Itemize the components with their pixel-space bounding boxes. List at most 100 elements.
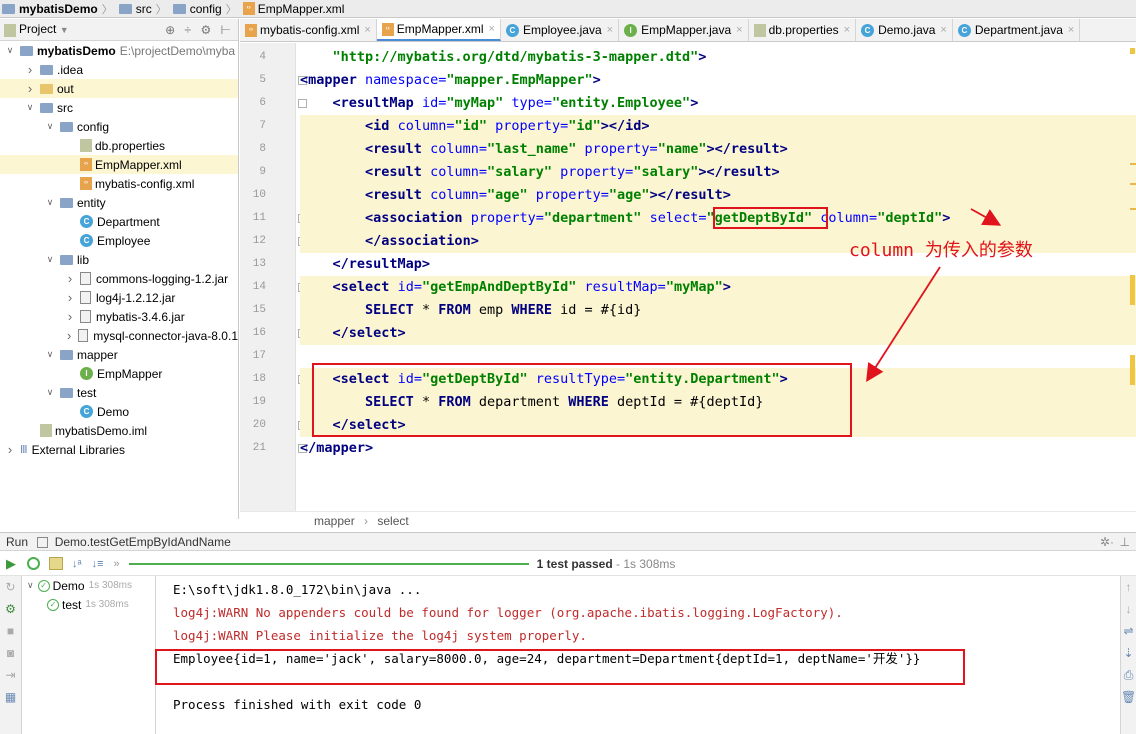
editor-tab[interactable]: I EmpMapper.java × [619, 19, 749, 41]
close-icon[interactable]: × [844, 24, 850, 36]
tree-item[interactable]: C Employee [0, 231, 238, 250]
chevron-down-icon[interactable]: ∨ [44, 121, 56, 132]
scroll-up-icon[interactable]: ↑ [1121, 576, 1136, 598]
tree-item[interactable]: › .idea [0, 60, 238, 79]
editor-tab[interactable]: C Employee.java × [501, 19, 620, 41]
close-icon[interactable]: × [1068, 24, 1074, 36]
tree-item-label: db.properties [95, 138, 166, 153]
nav-crumb[interactable]: src [118, 0, 152, 18]
panel-toolbar-icons[interactable]: ⊕ ÷ ⚙ ⊢ [165, 23, 234, 37]
tree-item[interactable]: ∨ mybatisDemo E:\projectDemo\myba [0, 41, 238, 60]
tree-item[interactable]: C Department [0, 212, 238, 231]
chevron-down-icon[interactable]: ∨ [44, 387, 56, 398]
chevron-down-icon[interactable]: ∨ [44, 254, 56, 265]
rerun-icon[interactable]: ▶ [0, 556, 22, 572]
tree-item[interactable]: I EmpMapper [0, 364, 238, 383]
test-tree-item[interactable]: ∨ ✓ Demo 1s 308ms [23, 576, 155, 595]
chevron-right-icon[interactable]: › [4, 442, 16, 457]
tree-item[interactable]: ‹› mybatis-config.xml [0, 174, 238, 193]
tree-item[interactable]: › commons-logging-1.2.jar [0, 269, 238, 288]
layout-icon[interactable]: ▦ [0, 686, 21, 708]
show-ignored-icon[interactable] [49, 557, 63, 570]
print-icon[interactable]: ⎙ [1121, 664, 1136, 686]
tree-item[interactable]: ∨ config [0, 117, 238, 136]
project-panel-title[interactable]: Project [19, 22, 56, 36]
close-icon[interactable]: × [364, 24, 370, 36]
tree-item[interactable]: › out [0, 79, 238, 98]
test-results-tree: ∨ ✓ Demo 1s 308ms ✓ test 1s 308ms [23, 576, 156, 734]
clear-icon[interactable]: 🗑 [1121, 686, 1136, 708]
editor-tab[interactable]: db.properties × [749, 19, 857, 41]
debug-icon[interactable]: ⚙ [0, 598, 21, 620]
chevron-down-icon[interactable]: ∨ [44, 197, 56, 208]
interface-icon: I [80, 367, 93, 380]
navigation-bar: mybatisDemo 〉 src 〉 config 〉 ‹› EmpMapper.xml [0, 0, 1136, 18]
folder-icon [60, 254, 73, 265]
properties-file-icon [753, 23, 766, 37]
close-icon[interactable]: × [489, 23, 495, 35]
settings-icon[interactable]: ✲· [1100, 533, 1114, 551]
tree-item[interactable]: ∨ lib [0, 250, 238, 269]
chevron-right-icon[interactable]: › [64, 290, 76, 305]
chevron-down-icon[interactable]: ∨ [44, 349, 56, 360]
stop-icon[interactable]: ■ [0, 620, 21, 642]
chevron-right-icon[interactable]: › [64, 309, 76, 324]
sort-alpha-icon[interactable]: ↓ᵃ [72, 558, 82, 570]
tree-item[interactable]: › mybatis-3.4.6.jar [0, 307, 238, 326]
project-panel: Project ▼ ⊕ ÷ ⚙ ⊢ ∨ mybatisDemo E:\project… [0, 19, 239, 519]
close-icon[interactable]: × [607, 24, 613, 36]
close-icon[interactable]: × [940, 24, 946, 36]
nav-crumb[interactable]: ‹› EmpMapper.xml [242, 0, 344, 18]
nav-crumb[interactable]: config [172, 0, 222, 18]
breadcrumb-mapper[interactable]: mapper [314, 514, 355, 528]
chevron-right-icon[interactable]: › [64, 328, 74, 343]
chevron-right-icon[interactable]: › [24, 81, 36, 96]
editor-tab[interactable]: ‹› mybatis-config.xml × [240, 19, 377, 41]
close-icon[interactable]: × [736, 24, 742, 36]
editor-tab[interactable]: ‹› EmpMapper.xml × [376, 19, 501, 41]
exit-icon[interactable]: ⇥ [0, 664, 21, 686]
editor-tab[interactable]: C Demo.java × [856, 19, 953, 41]
run-config-name[interactable]: Demo.testGetEmpByIdAndName [55, 535, 231, 549]
tree-item[interactable]: ‹› EmpMapper.xml [0, 155, 238, 174]
tree-item[interactable]: ∨ src [0, 98, 238, 117]
tree-item[interactable]: › mysql-connector-java-8.0.1 [0, 326, 238, 345]
folder-icon [172, 3, 186, 14]
sort-duration-icon[interactable]: ↓≡ [92, 558, 104, 570]
breadcrumb-select[interactable]: select [377, 514, 408, 528]
test-status: 1 test passed [536, 556, 613, 571]
chevron-right-icon[interactable]: › [64, 271, 76, 286]
nav-crumb-label: mybatisDemo [19, 1, 98, 16]
hide-panel-icon[interactable]: ⊥ [1120, 533, 1130, 551]
class-icon: C [80, 234, 93, 247]
tree-item-label: mybatisDemo [37, 43, 116, 58]
run-side-toolbar: ↻ ⚙ ■ ◙ ⇥ ▦ [0, 576, 22, 734]
camera-icon[interactable]: ◙ [0, 642, 21, 664]
editor-tab[interactable]: C Department.java × [953, 19, 1081, 41]
dropdown-icon[interactable]: ▼ [60, 25, 69, 35]
more-icon[interactable]: » [114, 558, 120, 570]
soft-wrap-icon[interactable]: ⇌ [1121, 620, 1136, 642]
tree-item[interactable]: › Ⅲ External Libraries [0, 440, 238, 459]
tree-item[interactable]: ∨ test [0, 383, 238, 402]
restart-icon[interactable]: ↻ [0, 576, 21, 598]
folder-icon [60, 197, 73, 208]
tree-item[interactable]: mybatisDemo.iml [0, 421, 238, 440]
chevron-down-icon[interactable]: ∨ [4, 45, 16, 56]
show-passed-icon[interactable] [27, 557, 40, 570]
chevron-down-icon[interactable]: ∨ [24, 102, 36, 113]
nav-crumb[interactable]: mybatisDemo [2, 0, 98, 18]
tree-item[interactable]: C Demo [0, 402, 238, 421]
scroll-down-icon[interactable]: ↓ [1121, 598, 1136, 620]
tree-item[interactable]: db.properties [0, 136, 238, 155]
tree-item[interactable]: ∨ mapper [0, 345, 238, 364]
scroll-to-end-icon[interactable]: ⇣ [1121, 642, 1136, 664]
jar-file-icon [80, 272, 91, 285]
chevron-right-icon[interactable]: › [24, 62, 36, 77]
console-line: Process finished with exit code 0 [173, 697, 422, 712]
tree-item[interactable]: ∨ entity [0, 193, 238, 212]
chevron-down-icon[interactable]: ∨ [27, 580, 34, 591]
test-tree-item[interactable]: ✓ test 1s 308ms [23, 595, 155, 614]
code-editor[interactable]: 4 5 6 7 8 9 10 11 12 13 14 15 16 17 18 19 20 21 "http://m… [240, 43, 1136, 511]
tree-item[interactable]: › log4j-1.2.12.jar [0, 288, 238, 307]
